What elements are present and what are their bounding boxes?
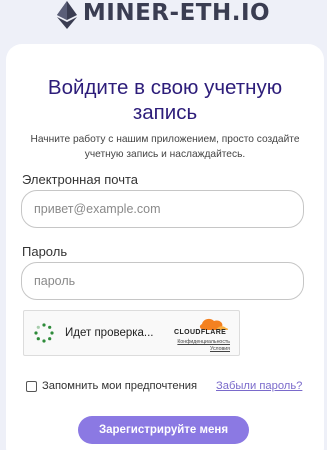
page-subtitle: Начните работу с нашим приложением, прос… [30, 134, 300, 160]
loading-spinner-icon [34, 323, 54, 343]
password-label: Пароль [22, 244, 68, 259]
captcha-widget[interactable]: Идет проверка... CLOUDFLARE Конфиденциал… [23, 310, 240, 356]
page-title: Войдите в свою учетную запись [47, 76, 283, 124]
forgot-password-link[interactable]: Забыли пароль? [216, 380, 302, 392]
ethereum-diamond-icon [56, 1, 77, 29]
login-card: Войдите в свою учетную запись Начните ра… [6, 44, 324, 450]
remember-label: Запомнить мои предпочтения [42, 380, 198, 392]
terms-link[interactable]: Условия [174, 346, 230, 353]
register-button[interactable]: Зарегистрируйте меня [78, 416, 249, 444]
brand-name: MINER-ETH.IO [82, 0, 271, 26]
remember-preferences[interactable]: Запомнить мои предпочтения [26, 380, 197, 392]
password-field[interactable] [21, 262, 304, 300]
cloudflare-brand: CLOUDFLARE [174, 329, 227, 336]
email-label: Электронная почта [22, 172, 139, 187]
email-field[interactable] [21, 190, 304, 228]
privacy-link[interactable]: Конфиденциальность [174, 339, 230, 346]
remember-checkbox[interactable] [26, 380, 37, 392]
brand-header: MINER-ETH.IO [0, 0, 327, 30]
captcha-links: Конфиденциальность Условия [174, 339, 230, 353]
captcha-status: Идет проверка... [65, 327, 154, 339]
